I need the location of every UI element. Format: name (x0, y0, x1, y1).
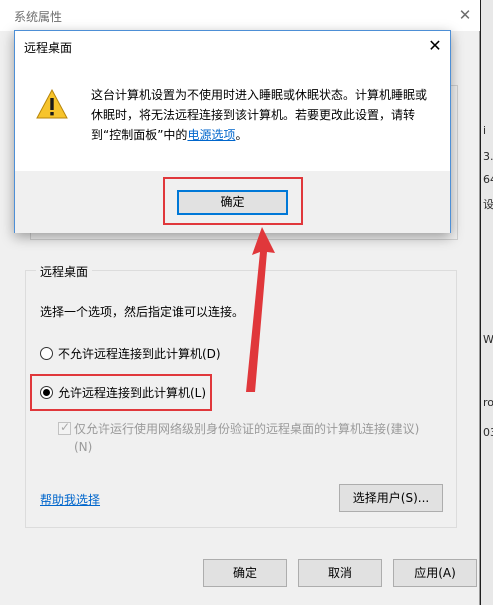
ok-button[interactable]: 确定 (203, 559, 287, 587)
apply-button[interactable]: 应用(A) (393, 559, 477, 587)
remote-desktop-group-legend: 远程桌面 (36, 263, 93, 280)
radio-disallow-remote[interactable]: 不允许远程连接到此计算机(D) (40, 345, 221, 361)
system-properties-title: 系统属性 (14, 10, 63, 24)
power-options-link[interactable]: 电源选项 (187, 128, 235, 142)
dialog-message-end: 。 (235, 128, 248, 142)
system-properties-titlebar: 系统属性 ✕ (0, 0, 480, 31)
background-window-edge: i 3. 64 设 W ro 03 (481, 0, 493, 605)
dialog-close-button[interactable]: ✕ (423, 34, 447, 58)
nla-checkbox-label[interactable]: 仅允许运行使用网络级别身份验证的远程桌面的计算机连接(建议)(N) (74, 420, 430, 456)
edge-text-3: 设 (483, 198, 493, 211)
radio-disallow-indicator[interactable] (40, 346, 53, 360)
dialog-titlebar: 远程桌面 ✕ (15, 31, 450, 61)
system-properties-close-button[interactable]: ✕ (450, 0, 480, 31)
remote-desktop-dialog: 远程桌面 ✕ 这台计算机设置为不使用时进入睡眠或休眠状态。计算机睡眠或休眠时，将… (14, 30, 451, 233)
radio-allow-label[interactable]: 允许远程连接到此计算机(L) (58, 384, 206, 401)
radio-disallow-label[interactable]: 不允许远程连接到此计算机(D) (58, 345, 221, 362)
edge-text-5: ro (483, 396, 493, 409)
radio-allow-remote[interactable]: 允许远程连接到此计算机(L) (40, 384, 206, 400)
nla-checkbox[interactable] (58, 420, 71, 435)
cancel-button[interactable]: 取消 (298, 559, 382, 587)
help-me-choose-link[interactable]: 帮助我选择 (40, 491, 100, 508)
warning-icon (36, 89, 68, 119)
radio-allow-indicator[interactable] (40, 385, 53, 399)
edge-text-0: i (483, 124, 487, 137)
select-users-button[interactable]: 选择用户(S)... (339, 484, 443, 512)
dialog-message: 这台计算机设置为不使用时进入睡眠或休眠状态。计算机睡眠或休眠时，将无法远程连接到… (91, 85, 431, 145)
dialog-message-text: 这台计算机设置为不使用时进入睡眠或休眠状态。计算机睡眠或休眠时，将无法远程连接到… (91, 88, 428, 142)
edge-text-2: 64 (483, 173, 493, 186)
edge-text-6: 03 (483, 426, 493, 439)
edge-text-4: W (483, 333, 493, 346)
remote-desktop-description: 选择一个选项，然后指定谁可以连接。 (40, 305, 245, 319)
edge-text-1: 3. (483, 150, 493, 163)
dialog-ok-button[interactable]: 确定 (177, 190, 288, 215)
dialog-title: 远程桌面 (24, 41, 73, 55)
